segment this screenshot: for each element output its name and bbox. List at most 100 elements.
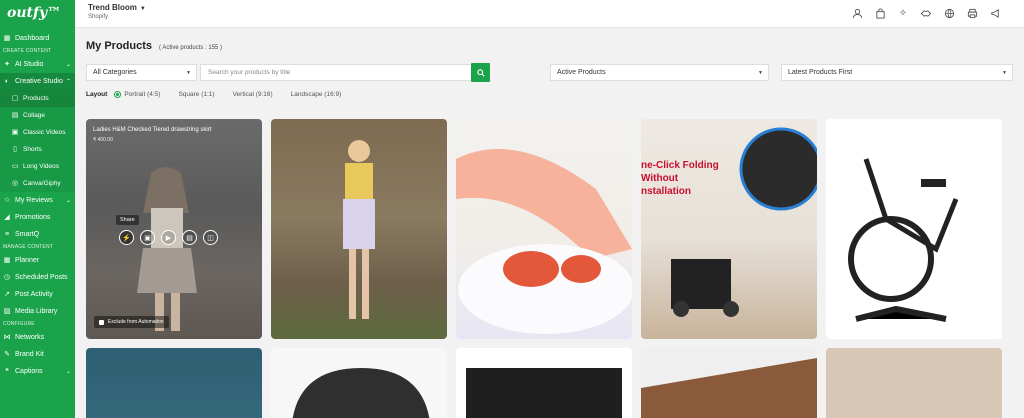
sidebar-item-brand-kit[interactable]: ✎ Brand Kit [0, 346, 75, 363]
printer-icon[interactable] [965, 6, 979, 20]
sidebar-item-networks[interactable]: ⋈ Networks [0, 329, 75, 346]
film-icon[interactable]: ▤ [182, 230, 197, 245]
product-card[interactable] [456, 348, 632, 418]
status-select[interactable]: Active Products ▼ [550, 64, 769, 81]
sidebar-item-planner[interactable]: ▦ Planner [0, 252, 75, 269]
chevron-down-icon: ⌄ [65, 62, 71, 68]
megaphone-icon[interactable] [988, 6, 1002, 20]
caret-down-icon: ▼ [758, 70, 763, 76]
caret-down-icon: ▼ [139, 6, 146, 12]
chevron-down-icon: ⌄ [65, 198, 71, 204]
sidebar-item-label: Classic Videos [23, 129, 66, 136]
exclude-automation-toggle[interactable]: Exclude from Automation [94, 316, 169, 328]
radio-selected-icon [114, 91, 122, 98]
sidebar-item-label: Scheduled Posts [15, 274, 68, 281]
search-placeholder: Search your products by title [208, 69, 291, 76]
main-content: My Products ( Active products : 155 ) Al… [75, 28, 1024, 418]
sidebar-item-smartq[interactable]: ≡ SmartQ [0, 226, 75, 243]
sort-select-value: Latest Products First [788, 69, 853, 76]
product-card[interactable]: ne-Click Folding Without nstallation [641, 119, 817, 339]
sort-select[interactable]: Latest Products First ▼ [781, 64, 1013, 81]
status-select-value: Active Products [557, 69, 606, 76]
globe-icon[interactable] [942, 6, 956, 20]
sidebar-item-media-library[interactable]: ▨ Media Library [0, 303, 75, 320]
star-icon: ☆ [3, 197, 11, 204]
search-input[interactable]: Search your products by title [200, 64, 472, 81]
product-photo [848, 158, 959, 322]
handshake-icon[interactable] [919, 6, 933, 20]
image-icon[interactable]: ▣ [140, 230, 155, 245]
layout-option-portrait[interactable]: Portrait (4:5) [114, 91, 160, 98]
canva-icon: ◎ [11, 180, 19, 187]
search-button[interactable] [471, 63, 490, 82]
sidebar-item-label: Media Library [15, 308, 58, 315]
box-icon: ▢ [11, 95, 19, 102]
sidebar-item-shorts[interactable]: ▯ Shorts [0, 141, 75, 158]
sidebar-section-create: CREATE CONTENT [3, 48, 52, 54]
sparkle-icon[interactable]: ✧ [896, 6, 910, 20]
product-card[interactable] [86, 348, 262, 418]
product-photo [641, 358, 817, 418]
chevron-down-icon: ⌄ [65, 369, 71, 375]
sidebar-item-classic-videos[interactable]: ▣ Classic Videos [0, 124, 75, 141]
product-card[interactable] [271, 348, 447, 418]
checkbox-icon [99, 319, 104, 325]
active-products-count: ( Active products : 155 ) [159, 45, 223, 51]
sidebar-item-post-activity[interactable]: ↗ Post Activity [0, 286, 75, 303]
product-photo [456, 149, 632, 334]
layout-options: Layout Portrait (4:5) Square (1:1) Verti… [86, 91, 359, 98]
product-card[interactable] [641, 348, 817, 418]
image-icon: ▨ [3, 308, 11, 315]
sidebar-item-label: Planner [15, 257, 40, 264]
sidebar-item-collage[interactable]: ▤ Collage [0, 107, 75, 124]
search-icon [476, 68, 485, 77]
share-bolt-icon[interactable]: ⚡ [119, 230, 134, 245]
sidebar-item-label: AI Studio [15, 61, 44, 68]
sidebar-item-captions[interactable]: ❝ Captions ⌄ [0, 363, 75, 380]
sidebar-item-creative-studio[interactable]: ◐ Creative Studio ⌃ [0, 73, 75, 90]
product-title: Ladies H&M Checked Tiered drawstring ski… [93, 127, 212, 133]
product-photo [466, 368, 622, 418]
store-switcher[interactable]: Trend Bloom ▼ Shopify [88, 3, 146, 20]
store-platform: Shopify [88, 14, 109, 20]
product-card[interactable] [456, 119, 632, 339]
sidebar-item-promotions[interactable]: ◢ Promotions [0, 209, 75, 226]
brand-logo[interactable]: outfy™ [0, 0, 75, 30]
sidebar-item-label: Networks [15, 334, 45, 341]
sidebar-item-label: Dashboard [15, 35, 50, 42]
gift-icon[interactable]: ◫ [203, 230, 218, 245]
user-icon[interactable] [850, 6, 864, 20]
sidebar-item-label: Long Videos [23, 163, 60, 170]
layout-option-vertical[interactable]: Vertical (9:16) [233, 91, 273, 98]
dashboard-icon: ▦ [3, 35, 11, 42]
sidebar-item-label: Creative Studio [15, 78, 63, 85]
creative-studio-group: ◐ Creative Studio ⌃ ▢ Products ▤ Collage… [0, 73, 75, 192]
product-card[interactable] [826, 348, 1002, 418]
store-name: Trend Bloom [88, 3, 137, 12]
exclude-label: Exclude from Automation [108, 319, 164, 325]
sidebar-item-my-reviews[interactable]: ☆ My Reviews ⌄ [0, 192, 75, 209]
layout-option-landscape[interactable]: Landscape (16:9) [291, 91, 342, 98]
sidebar-item-long-videos[interactable]: ▭ Long Videos [0, 158, 75, 175]
sidebar-item-ai-studio[interactable]: ✦ AI Studio ⌄ [0, 56, 75, 73]
product-card[interactable] [826, 119, 1002, 339]
sidebar-item-label: Canva/Giphy [23, 180, 61, 187]
page-title: My Products [86, 40, 153, 52]
category-select[interactable]: All Categories ▼ [86, 64, 197, 81]
film-icon: ▭ [11, 163, 19, 170]
caret-down-icon: ▼ [186, 70, 191, 76]
play-icon[interactable]: ▶ [161, 230, 176, 245]
sidebar-item-label: Collage [23, 112, 46, 119]
product-photo [671, 127, 817, 317]
product-card[interactable] [271, 119, 447, 339]
sidebar-item-dashboard[interactable]: ▦ Dashboard [0, 30, 75, 47]
sidebar-item-canva-giphy[interactable]: ◎ Canva/Giphy [0, 175, 75, 192]
sidebar-item-scheduled-posts[interactable]: ◷ Scheduled Posts [0, 269, 75, 286]
layout-option-square[interactable]: Square (1:1) [178, 91, 214, 98]
sidebar-item-label: Promotions [15, 214, 51, 221]
brush-icon: ✎ [4, 351, 10, 358]
sidebar-item-products[interactable]: ▢ Products [0, 90, 75, 107]
palette-icon: ◐ [4, 78, 10, 85]
bag-icon[interactable] [873, 6, 887, 20]
product-card[interactable]: Ladies H&M Checked Tiered drawstring ski… [86, 119, 262, 339]
